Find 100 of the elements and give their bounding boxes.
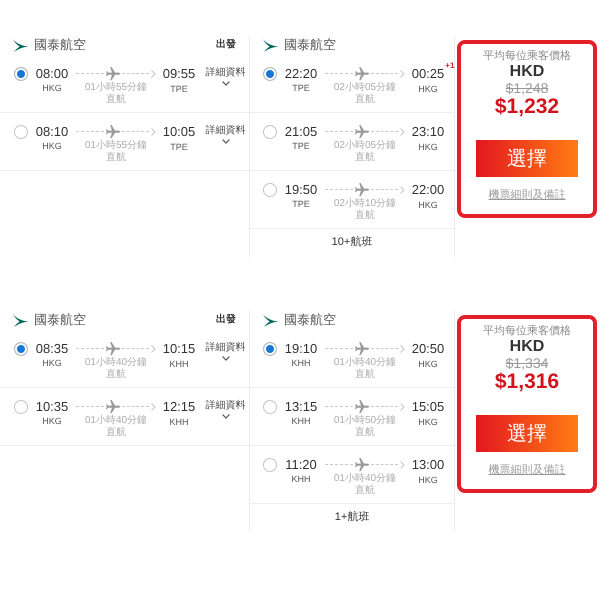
radio-button[interactable] — [263, 124, 277, 138]
stops-label: 直航 — [355, 94, 375, 106]
departure-time: 19:50 — [284, 181, 318, 198]
radio-button[interactable] — [14, 342, 28, 356]
airline-name: 國泰航空 — [34, 312, 86, 328]
original-price: $1,334 — [506, 355, 548, 371]
departure-airport: KHH — [291, 357, 310, 370]
select-button[interactable]: 選擇 — [476, 415, 578, 452]
more-flights-link[interactable]: 10+航班 — [332, 229, 372, 255]
arrival-airport: HKG — [418, 358, 438, 371]
departure-time: 08:10 — [36, 123, 68, 140]
details-link[interactable]: 詳細資料 — [202, 341, 249, 361]
stops-label: 直航 — [355, 427, 375, 439]
stops-label: 直航 — [355, 485, 375, 497]
airline-logo-icon — [12, 312, 29, 328]
arrival-time: 13:00 — [412, 457, 444, 472]
dotted-line — [76, 406, 104, 407]
departure-airport: HKG — [42, 140, 62, 153]
chevron-icon — [151, 128, 156, 136]
airline-name: 國泰航空 — [34, 37, 86, 53]
radio-button[interactable] — [263, 400, 277, 414]
dotted-line — [325, 348, 352, 349]
dotted-line — [325, 189, 352, 190]
details-link[interactable]: 詳細資料 — [202, 66, 249, 86]
radio-button[interactable] — [263, 458, 277, 472]
airline-logo-icon — [262, 38, 279, 52]
chevron-icon — [151, 344, 156, 352]
arrival-time: 10:15 — [162, 341, 196, 356]
caret-icon — [222, 139, 230, 144]
radio-button[interactable] — [14, 400, 28, 414]
dotted-line — [370, 189, 398, 190]
arrival-airport: HKG — [418, 416, 438, 429]
airline-name: 國泰航空 — [284, 37, 336, 53]
direction-label: 出發 — [216, 314, 236, 326]
departure-time: 10:35 — [36, 398, 68, 415]
stops-label: 直航 — [355, 210, 375, 222]
airline-name: 國泰航空 — [284, 312, 336, 328]
departure-time: 08:00 — [36, 65, 68, 82]
radio-button[interactable] — [263, 66, 277, 80]
departure-airport: KHH — [291, 415, 310, 428]
dotted-line — [370, 348, 398, 349]
departure-airport: HKG — [42, 82, 62, 95]
arrival-airport: HKG — [418, 199, 438, 212]
flight-duration: 01小時40分鐘 — [84, 357, 148, 368]
arrival-time: 09:55 — [162, 66, 196, 81]
chevron-icon — [400, 402, 405, 410]
select-button[interactable]: 選擇 — [476, 140, 578, 177]
day-offset: +1 — [445, 61, 454, 70]
dotted-line — [122, 131, 149, 132]
chevron-icon — [400, 186, 405, 194]
currency: HKD — [510, 338, 544, 355]
arrival-time: 12:15 — [162, 399, 196, 414]
airline-logo-icon — [12, 38, 29, 52]
stops-label: 直航 — [106, 427, 126, 439]
flight-duration: 01小時40分鐘 — [334, 357, 396, 368]
flight-duration: 01小時50分鐘 — [334, 415, 396, 426]
radio-button[interactable] — [14, 124, 28, 138]
currency: HKD — [510, 63, 544, 80]
direction-label: 出發 — [216, 39, 236, 51]
radio-button[interactable] — [263, 182, 277, 196]
dotted-line — [76, 131, 104, 132]
departure-time: 21:05 — [284, 123, 318, 140]
plane-icon — [354, 66, 368, 80]
departure-airport: TPE — [292, 198, 310, 211]
dotted-line — [122, 73, 149, 74]
radio-button[interactable] — [14, 66, 28, 80]
dotted-line — [370, 73, 398, 74]
radio-button[interactable] — [263, 342, 277, 356]
airline-logo-icon — [262, 312, 279, 328]
arrival-time: 22:00 — [412, 182, 444, 197]
details-link[interactable]: 詳細資料 — [202, 124, 249, 144]
stops-label: 直航 — [355, 152, 375, 164]
dotted-line — [325, 464, 352, 465]
more-flights-link[interactable]: 1+航班 — [334, 504, 370, 530]
stops-label: 直航 — [355, 369, 375, 381]
caret-icon — [222, 356, 230, 361]
arrival-airport: TPE — [170, 141, 188, 154]
plane-icon — [106, 400, 120, 414]
plane-icon — [106, 342, 120, 356]
plane-icon — [106, 124, 120, 138]
dotted-line — [122, 348, 149, 349]
departure-time: 22:20 — [284, 65, 318, 82]
departure-airport: TPE — [292, 82, 310, 95]
dotted-line — [325, 131, 352, 132]
arrival-time: 23:10 — [412, 124, 444, 139]
dotted-line — [370, 131, 398, 132]
dotted-line — [325, 73, 352, 74]
plane-icon — [354, 182, 368, 196]
departure-airport: KHH — [291, 473, 310, 486]
details-link[interactable]: 詳細資料 — [202, 399, 249, 419]
dotted-line — [76, 73, 104, 74]
price-label: 平均每位乘客價格 — [483, 325, 571, 338]
dotted-line — [370, 464, 398, 465]
flight-duration: 02小時05分鐘 — [334, 140, 396, 152]
dotted-line — [325, 406, 352, 407]
arrival-time: 15:05 — [412, 399, 444, 414]
departure-airport: HKG — [42, 357, 62, 370]
price-label: 平均每位乘客價格 — [483, 50, 571, 63]
arrival-time: 00:25 — [412, 66, 444, 81]
arrival-airport: TPE — [170, 83, 188, 96]
